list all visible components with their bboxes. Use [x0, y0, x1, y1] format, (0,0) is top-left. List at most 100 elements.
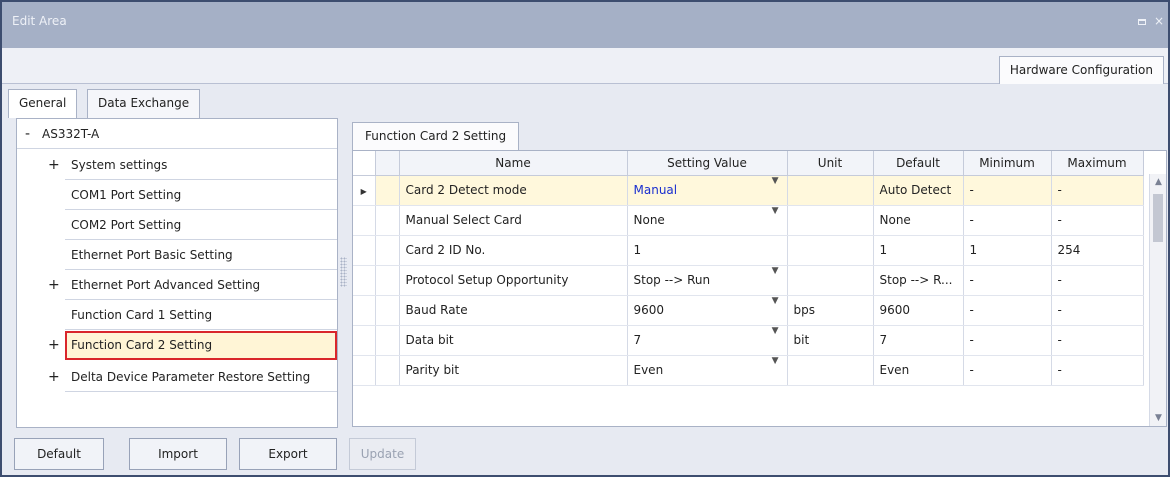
chevron-down-icon[interactable]: ▼ — [772, 266, 779, 276]
button-bar: Default Import Export Update — [2, 434, 1168, 477]
scrollbar-thumb[interactable] — [1153, 194, 1163, 242]
window-title: Edit Area — [12, 14, 67, 28]
chevron-down-icon[interactable]: ▼ — [772, 296, 779, 306]
cell-name: Card 2 ID No. — [399, 235, 628, 266]
cell-min: - — [963, 265, 1052, 296]
cell-unit — [787, 175, 874, 206]
setting-value-dropdown[interactable]: Even ▼ — [627, 355, 788, 386]
cell-min: - — [963, 355, 1052, 386]
title-bar: Edit Area × — [2, 2, 1168, 48]
tab-general[interactable]: General — [8, 89, 78, 118]
setting-value-dropdown[interactable]: Stop --> Run ▼ — [627, 265, 788, 296]
cell-default: Stop --> R... — [873, 265, 964, 296]
chevron-down-icon[interactable]: ▼ — [772, 176, 779, 186]
chevron-down-icon[interactable]: ▼ — [772, 356, 779, 366]
col-header-name[interactable]: Name — [399, 151, 628, 176]
expand-icon[interactable]: + — [48, 362, 60, 392]
scroll-down-icon[interactable]: ▼ — [1150, 410, 1167, 426]
table-row[interactable]: Manual Select Card None ▼ None - - — [353, 205, 1144, 236]
tree-item-ethernet-port-advanced-setting[interactable]: + Ethernet Port Advanced Setting — [17, 270, 337, 300]
tree-item-label: Delta Device Parameter Restore Setting — [71, 370, 311, 384]
tree-item-function-card-1-setting[interactable]: Function Card 1 Setting — [17, 300, 337, 330]
header-indicator — [353, 151, 376, 176]
table-row[interactable]: Parity bit Even ▼ Even - - — [353, 355, 1144, 386]
cell-unit — [787, 265, 874, 296]
chevron-down-icon[interactable]: ▼ — [772, 326, 779, 336]
table-row[interactable]: Protocol Setup Opportunity Stop --> Run ▼… — [353, 265, 1144, 296]
cell-default: None — [873, 205, 964, 236]
cell-max: - — [1051, 325, 1144, 356]
cell-name: Card 2 Detect mode — [399, 175, 628, 206]
export-button[interactable]: Export — [239, 438, 337, 470]
expand-icon[interactable]: + — [48, 150, 60, 180]
col-header-setting-value[interactable]: Setting Value — [627, 151, 788, 176]
setting-value-input[interactable]: 1 — [627, 235, 788, 266]
col-header-unit[interactable]: Unit — [787, 151, 874, 176]
col-header-minimum[interactable]: Minimum — [963, 151, 1052, 176]
table-row[interactable]: Card 2 ID No. 1 1 1 254 — [353, 235, 1144, 266]
tree-item-label: Ethernet Port Basic Setting — [71, 248, 233, 262]
import-button[interactable]: Import — [129, 438, 227, 470]
tree-item-label: Function Card 2 Setting — [71, 338, 213, 352]
col-header-default[interactable]: Default — [873, 151, 964, 176]
tab-function-card-2-setting[interactable]: Function Card 2 Setting — [352, 122, 520, 150]
setting-value-dropdown[interactable]: 7 ▼ — [627, 325, 788, 356]
cell-value: Stop --> Run — [633, 273, 711, 287]
default-button[interactable]: Default — [14, 438, 104, 470]
col-header-maximum[interactable]: Maximum — [1051, 151, 1144, 176]
scroll-up-icon[interactable]: ▲ — [1150, 174, 1167, 190]
tree-item-ethernet-port-basic-setting[interactable]: Ethernet Port Basic Setting — [17, 240, 337, 270]
tree-item-com2-port-setting[interactable]: COM2 Port Setting — [17, 210, 337, 240]
cell-unit: bps — [787, 295, 874, 326]
parameter-grid: Name Setting Value Unit Default Minimum … — [352, 150, 1167, 427]
grid-header: Name Setting Value Unit Default Minimum … — [353, 151, 1144, 176]
table-row[interactable]: Data bit 7 ▼ bit 7 - - — [353, 325, 1144, 356]
setting-value-dropdown[interactable]: 9600 ▼ — [627, 295, 788, 326]
cell-default: 1 — [873, 235, 964, 266]
cell-default: Auto Detect — [873, 175, 964, 206]
cell-value: None — [633, 213, 665, 227]
tab-data-exchange[interactable]: Data Exchange — [87, 89, 201, 118]
close-icon[interactable]: × — [1152, 14, 1166, 28]
splitter-handle[interactable] — [340, 257, 347, 287]
document-tab-strip: Hardware Configuration — [2, 48, 1168, 84]
setting-value-dropdown[interactable]: Manual ▼ — [627, 175, 788, 206]
maximize-icon[interactable] — [1135, 14, 1149, 28]
cell-unit — [787, 235, 874, 266]
table-row[interactable]: ▶ Card 2 Detect mode Manual ▼ Auto Detect… — [353, 175, 1144, 206]
expand-icon[interactable]: + — [48, 270, 60, 300]
cell-value: Even — [633, 363, 664, 377]
cell-default: Even — [873, 355, 964, 386]
tree-item-delta-device-parameter-restore-setting[interactable]: + Delta Device Parameter Restore Setting — [17, 362, 337, 392]
cell-value: 7 — [633, 333, 642, 347]
collapse-icon[interactable]: - — [25, 119, 30, 149]
table-row[interactable]: Baud Rate 9600 ▼ bps 9600 - - — [353, 295, 1144, 326]
chevron-down-icon[interactable]: ▼ — [772, 206, 779, 216]
tree-item-function-card-2-setting[interactable]: + Function Card 2 Setting — [17, 330, 337, 360]
tree-item-system-settings[interactable]: + System settings — [17, 150, 337, 180]
tree-root[interactable]: - AS332T-A — [17, 119, 337, 149]
update-button[interactable]: Update — [349, 438, 416, 470]
expand-icon[interactable]: + — [48, 330, 60, 360]
tab-hardware-configuration[interactable]: Hardware Configuration — [998, 56, 1164, 84]
cell-name: Baud Rate — [399, 295, 628, 326]
edit-area-window: Edit Area × Hardware Configuration Gener… — [0, 0, 1170, 477]
cell-min: - — [963, 325, 1052, 356]
cell-unit — [787, 205, 874, 236]
setting-value-dropdown[interactable]: None ▼ — [627, 205, 788, 236]
tree-root-label: AS332T-A — [42, 127, 100, 141]
cell-min: - — [963, 295, 1052, 326]
cell-default: 7 — [873, 325, 964, 356]
cell-max: - — [1051, 355, 1144, 386]
tree-item-com1-port-setting[interactable]: COM1 Port Setting — [17, 180, 337, 210]
row-pointer-icon: ▶ — [360, 187, 367, 196]
tree-item-label: System settings — [71, 158, 168, 172]
grid-scrollbar[interactable]: ▲ ▼ — [1149, 174, 1166, 426]
cell-max: - — [1051, 205, 1144, 236]
cell-name: Data bit — [399, 325, 628, 356]
settings-tree: - AS332T-A + System settings COM1 Port S… — [16, 118, 338, 428]
cell-min: - — [963, 205, 1052, 236]
left-tab-strip: General Data Exchange — [2, 84, 1168, 118]
cell-unit — [787, 355, 874, 386]
cell-name: Parity bit — [399, 355, 628, 386]
